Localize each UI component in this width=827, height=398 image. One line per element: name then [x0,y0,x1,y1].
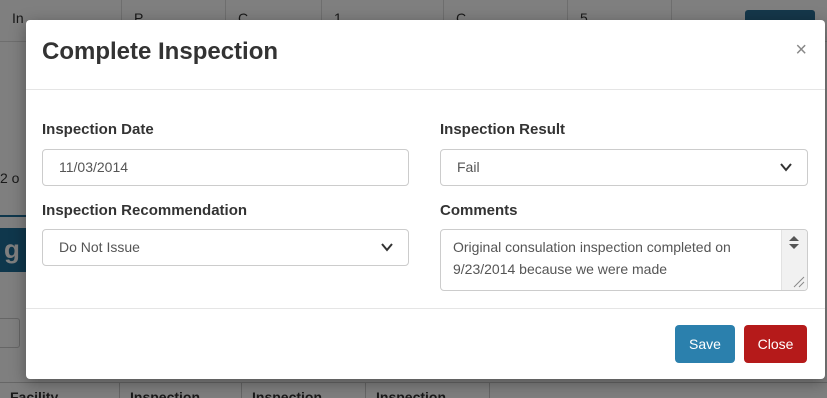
inspection-date-field[interactable]: 11/03/2014 [42,149,409,186]
inspection-result-label: Inspection Result [440,121,566,138]
close-button[interactable]: Close [744,325,807,363]
modal-footer: Save Close [26,309,825,379]
comments-label: Comments [440,202,518,219]
chevron-down-icon [780,163,792,172]
inspection-result-value: Fail [457,159,480,175]
inspection-recommendation-select[interactable]: Do Not Issue [42,229,409,266]
chevron-down-icon [381,243,393,252]
resize-grip-icon[interactable] [791,274,805,288]
inspection-recommendation-label: Inspection Recommendation [42,202,248,219]
inspection-recommendation-value: Do Not Issue [59,239,140,255]
modal-title: Complete Inspection [42,38,279,65]
inspection-date-label: Inspection Date [42,121,154,138]
modal-body: Inspection Date 11/03/2014 Inspection Re… [26,90,825,309]
inspection-date-value: 11/03/2014 [59,159,129,175]
comments-textarea[interactable]: Original consulation inspection complete… [440,229,808,291]
close-icon[interactable]: × [795,40,807,60]
scrollbar[interactable] [781,230,807,290]
inspection-result-select[interactable]: Fail [440,149,808,186]
modal-header: Complete Inspection × [26,20,825,90]
complete-inspection-modal: Complete Inspection × Inspection Date 11… [26,20,825,379]
save-button[interactable]: Save [675,325,735,363]
comments-value: Original consulation inspection complete… [453,239,731,277]
scroll-arrows-icon[interactable] [787,234,801,254]
